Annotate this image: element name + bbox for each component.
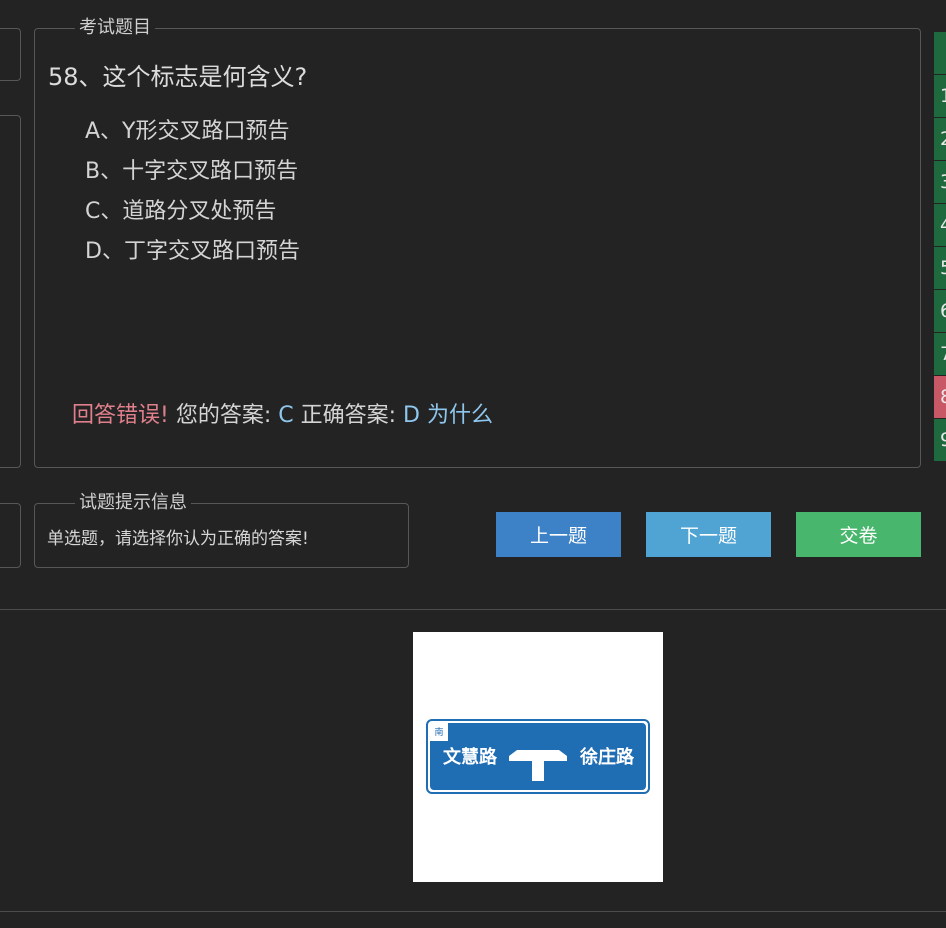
left-panel-bottom: [0, 503, 21, 568]
correct-answer-value: D: [403, 403, 420, 428]
next-question-button[interactable]: 下一题: [646, 512, 771, 557]
left-panel-middle: [0, 115, 21, 468]
hint-panel: 试题提示信息 单选题，请选择你认为正确的答案!: [34, 492, 409, 568]
traffic-sign-image: 南 文慧路 徐庄路: [413, 632, 663, 882]
question-number-cell[interactable]: [934, 32, 946, 75]
prev-question-button[interactable]: 上一题: [496, 512, 621, 557]
direction-label: 南: [434, 726, 443, 738]
question-number-8[interactable]: 8: [934, 376, 946, 419]
t-junction-sign-graphic: 南 文慧路 徐庄路: [426, 719, 650, 794]
question-number-strip: 123456789: [934, 32, 946, 462]
submit-exam-button[interactable]: 交卷: [796, 512, 921, 557]
left-road-name: 文慧路: [443, 746, 498, 768]
hint-text: 单选题，请选择你认为正确的答案!: [47, 529, 309, 549]
question-number-9[interactable]: 9: [934, 419, 946, 462]
result-status: 回答错误!: [72, 403, 169, 428]
option-b[interactable]: B、十字交叉路口预告: [85, 153, 298, 185]
question-number-2[interactable]: 2: [934, 118, 946, 161]
question-panel: 考试题目 58、这个标志是何含义? A、Y形交叉路口预告 B、十字交叉路口预告 …: [34, 17, 921, 468]
left-panel-top: [0, 28, 21, 81]
option-d[interactable]: D、丁字交叉路口预告: [85, 233, 300, 265]
your-answer-value: C: [278, 403, 294, 428]
question-number-4[interactable]: 4: [934, 204, 946, 247]
your-answer-label: 您的答案:: [175, 403, 272, 428]
question-number-7[interactable]: 7: [934, 333, 946, 376]
question-number-6[interactable]: 6: [934, 290, 946, 333]
why-link[interactable]: 为什么: [427, 403, 493, 428]
question-number-5[interactable]: 5: [934, 247, 946, 290]
answer-result: 回答错误! 您的答案: C 正确答案: D 为什么: [72, 397, 493, 429]
divider-top: [0, 609, 946, 610]
correct-answer-label: 正确答案:: [300, 403, 397, 428]
option-a[interactable]: A、Y形交叉路口预告: [85, 113, 290, 145]
question-text: 58、这个标志是何含义?: [48, 63, 308, 91]
option-c[interactable]: C、道路分叉处预告: [85, 193, 276, 225]
question-panel-legend: 考试题目: [75, 17, 155, 39]
hint-panel-legend: 试题提示信息: [75, 492, 191, 514]
question-number-3[interactable]: 3: [934, 161, 946, 204]
right-road-name: 徐庄路: [579, 746, 635, 768]
question-number-1[interactable]: 1: [934, 75, 946, 118]
divider-bottom: [0, 911, 946, 912]
